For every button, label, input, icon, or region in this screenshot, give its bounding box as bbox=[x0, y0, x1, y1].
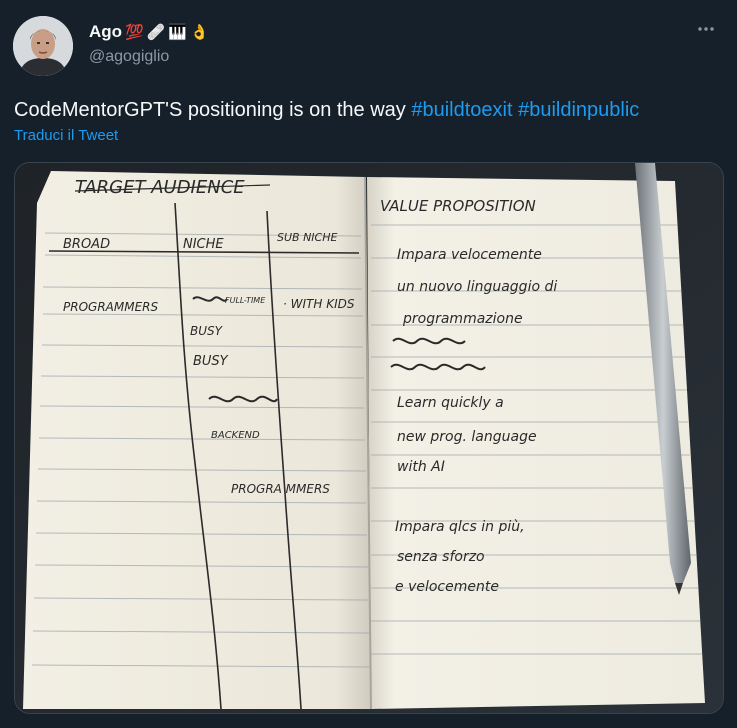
column-sub-niche: SUB NICHE bbox=[277, 231, 338, 244]
tweet-media[interactable]: TARGET AUDIENCE BROAD NICHE SUB NICHE PR… bbox=[14, 162, 724, 714]
hundred-points-emoji: 💯 bbox=[125, 23, 144, 41]
niche-item: BUSY bbox=[193, 354, 229, 369]
value-line: Learn quickly a bbox=[397, 395, 504, 411]
hashtag-link[interactable]: #buildinpublic bbox=[518, 99, 639, 121]
value-line: senza sforzo bbox=[397, 549, 485, 565]
value-line: e velocemente bbox=[395, 579, 499, 595]
column-niche: NICHE bbox=[183, 237, 224, 252]
avatar-photo-icon bbox=[13, 16, 73, 76]
author-name-row: Ago 💯 🩹 🎹 👌 bbox=[89, 22, 209, 42]
value-line: Impara velocemente bbox=[397, 247, 542, 263]
translate-tweet-link[interactable]: Traduci il Tweet bbox=[14, 127, 118, 144]
value-line: new prog. language bbox=[397, 429, 537, 445]
niche-item: FULL-TIME bbox=[225, 296, 266, 305]
value-line: with AI bbox=[397, 459, 445, 475]
right-page-title: VALUE PROPOSITION bbox=[380, 197, 536, 215]
more-dots-icon bbox=[698, 27, 714, 31]
broad-value: PROGRAMMERS bbox=[63, 300, 158, 314]
ok-hand-emoji: 👌 bbox=[190, 23, 209, 41]
avatar[interactable] bbox=[13, 16, 73, 76]
more-options-button[interactable] bbox=[695, 18, 717, 40]
tweet-body: CodeMentorGPT'S positioning is on the wa… bbox=[14, 99, 406, 121]
tweet-text: CodeMentorGPT'S positioning is on the wa… bbox=[14, 97, 729, 123]
bandage-emoji: 🩹 bbox=[146, 23, 166, 41]
value-line: un nuovo linguaggio di bbox=[397, 279, 557, 295]
sub-niche-value: · WITH KIDS bbox=[283, 297, 355, 311]
left-page-title: TARGET AUDIENCE bbox=[75, 177, 245, 198]
notebook-photo-icon: TARGET AUDIENCE BROAD NICHE SUB NICHE PR… bbox=[15, 163, 723, 713]
column-broad: BROAD bbox=[63, 237, 110, 252]
niche-item: PROGRA MMERS bbox=[231, 482, 330, 496]
value-line: programmazione bbox=[402, 311, 523, 327]
author-name[interactable]: Ago bbox=[89, 22, 122, 42]
hashtag-link[interactable]: #buildtoexit bbox=[411, 99, 512, 121]
niche-item: BACKEND bbox=[211, 430, 260, 441]
piano-emoji: 🎹 bbox=[168, 23, 188, 41]
author-handle[interactable]: @agogiglio bbox=[89, 48, 169, 66]
niche-item: BUSY bbox=[190, 324, 224, 338]
value-line: Impara qlcs in più, bbox=[395, 519, 525, 535]
